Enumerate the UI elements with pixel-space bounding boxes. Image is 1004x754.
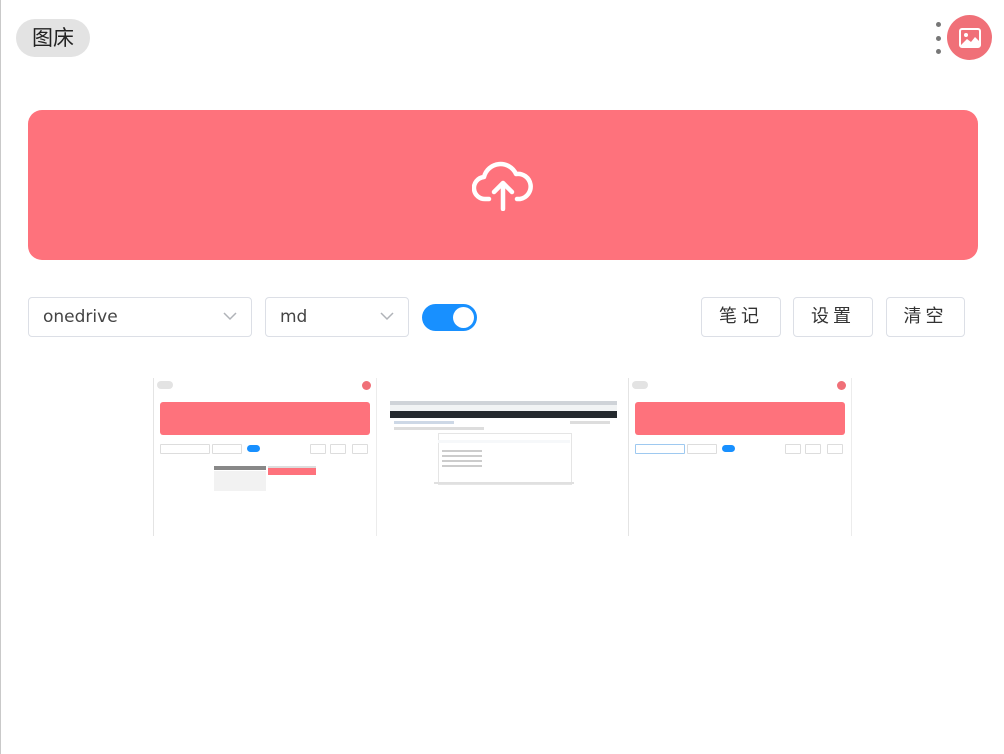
cloud-upload-icon <box>472 161 533 211</box>
app-window: 图床 onedrive md 笔记 设置 清空 <box>0 0 1004 754</box>
chevron-down-icon <box>223 312 237 321</box>
notes-button[interactable]: 笔记 <box>701 297 781 337</box>
settings-button[interactable]: 设置 <box>793 297 873 337</box>
format-select[interactable]: md <box>265 297 409 337</box>
chevron-down-icon <box>380 312 394 321</box>
storage-select-value: onedrive <box>43 307 118 327</box>
image-icon <box>958 27 981 48</box>
gallery-thumbnail[interactable] <box>153 378 377 536</box>
gallery-thumbnail[interactable] <box>628 378 852 536</box>
gallery-thumbnail[interactable] <box>390 378 617 536</box>
storage-select[interactable]: onedrive <box>28 297 252 337</box>
toggle-knob <box>453 307 474 328</box>
app-title: 图床 <box>16 19 90 57</box>
avatar[interactable] <box>947 15 992 60</box>
more-vertical-icon[interactable] <box>931 22 945 54</box>
clear-button[interactable]: 清空 <box>886 297 965 337</box>
auto-toggle[interactable] <box>422 304 477 331</box>
format-select-value: md <box>280 307 308 327</box>
upload-dropzone[interactable] <box>28 110 978 260</box>
